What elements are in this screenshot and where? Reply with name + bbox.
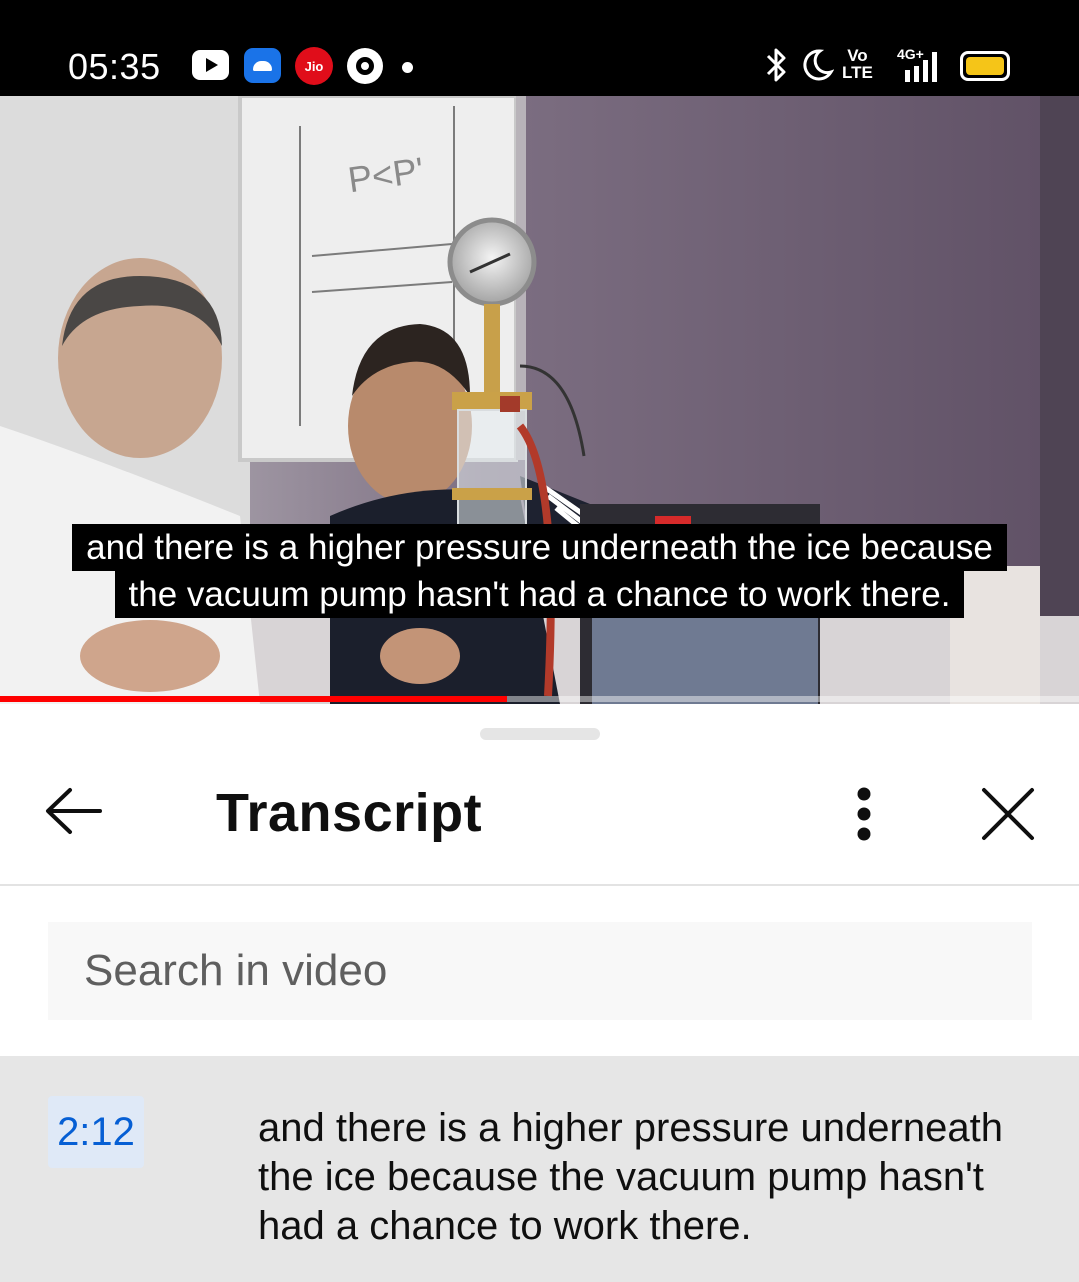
jio-notification-icon: Jio [295,47,333,85]
android-notification-icon [244,48,281,83]
bluetooth-icon [766,48,786,82]
signal-icon: 4G+ [885,44,945,84]
pinwheel-notification-icon [347,48,383,84]
caption-line: the vacuum pump hasn't had a chance to w… [114,571,965,618]
battery-level [966,57,1004,75]
video-captions: and there is a higher pressure underneat… [0,524,1079,618]
volte-bottom-label: LTE [842,63,873,82]
segment-text: and there is a higher pressure underneat… [258,1106,1003,1248]
battery-icon [960,51,1010,81]
back-arrow-icon[interactable] [40,782,106,840]
caption-line: and there is a higher pressure underneat… [72,524,1007,571]
panel-title: Transcript [216,783,483,843]
volte-top-label: Vo [847,46,868,65]
video-progress-bar[interactable] [0,696,1079,702]
video-player[interactable]: P<P' and there is a higher pressure unde… [0,96,1079,704]
more-vert-icon[interactable] [836,782,892,846]
signal-bars-icon [905,52,937,82]
volte-icon: Vo LTE [842,47,873,81]
close-icon[interactable] [974,782,1040,846]
search-input[interactable] [48,922,1032,1020]
transcript-segment[interactable]: 2:12 and there is a higher pressure unde… [0,1056,1079,1282]
transcript-panel: Transcript 2:12 and there is a higher pr… [0,704,1079,1282]
do-not-disturb-moon-icon [803,49,834,81]
status-bar: 05:35 Jio Vo LTE 4G+ [0,0,1079,96]
video-progress-played [0,696,508,702]
more-notifications-dot [402,62,413,73]
header-divider [0,884,1079,886]
drag-handle[interactable] [480,728,600,740]
youtube-notification-icon [192,50,229,80]
segment-timestamp[interactable]: 2:12 [48,1096,144,1168]
status-time: 05:35 [68,46,161,87]
